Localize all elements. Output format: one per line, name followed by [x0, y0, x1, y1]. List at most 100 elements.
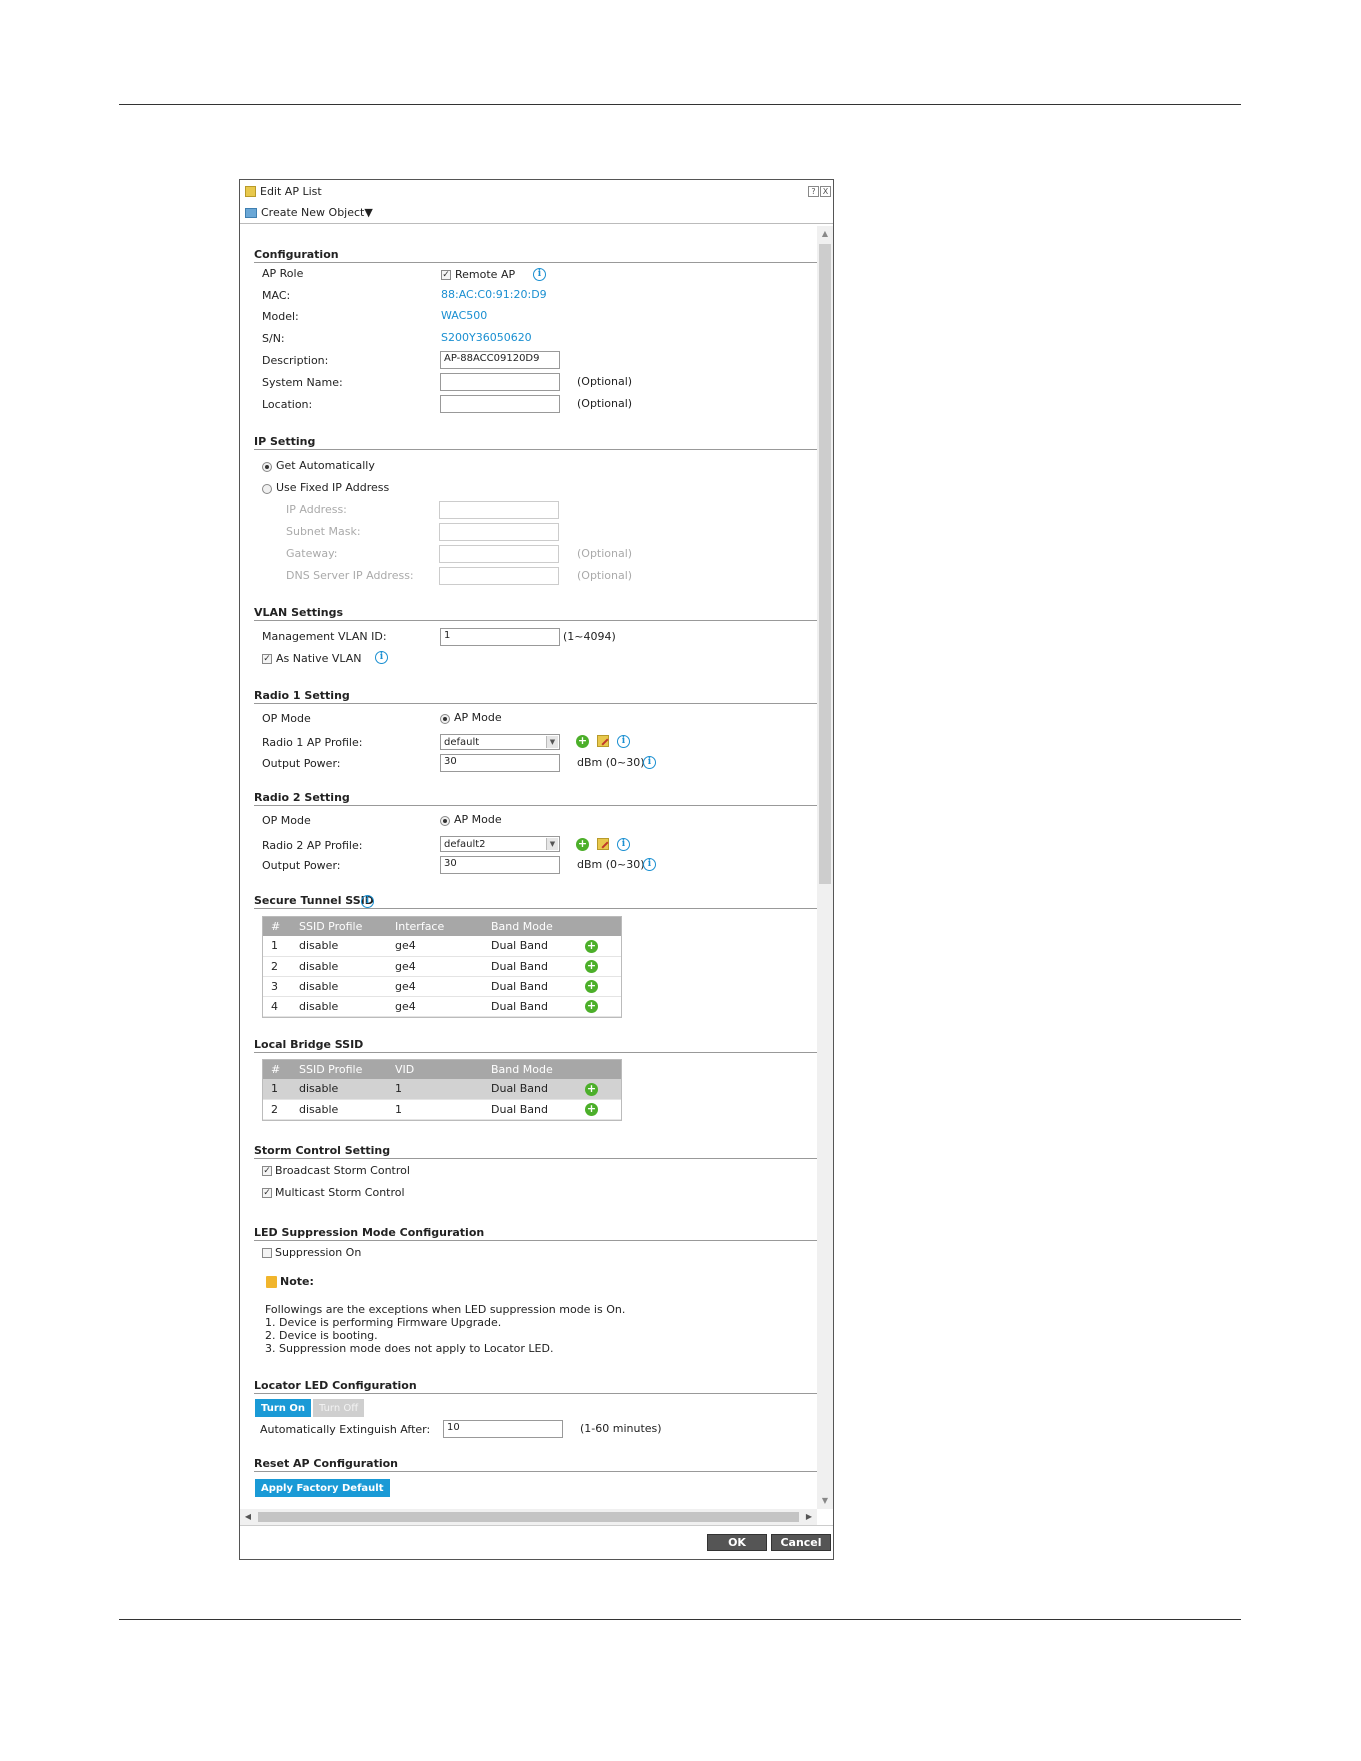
column-header[interactable]: Band Mode: [483, 917, 577, 936]
cell-index: 1: [263, 936, 291, 957]
dialog-content: Configuration AP Role ✓ Remote AP i MAC:…: [240, 226, 817, 1509]
section-radio1: Radio 1 Setting: [254, 689, 817, 704]
gateway-input[interactable]: [439, 545, 559, 563]
column-header[interactable]: SSID Profile: [291, 917, 387, 936]
add-icon[interactable]: +: [585, 1000, 598, 1013]
column-header[interactable]: VID: [387, 1060, 483, 1079]
chevron-down-icon: ▼: [546, 736, 558, 748]
info-icon[interactable]: i: [533, 268, 546, 281]
radio2-power-input[interactable]: 30: [440, 856, 560, 874]
remote-ap-checkbox[interactable]: ✓: [441, 270, 451, 280]
multicast-storm-checkbox[interactable]: ✓: [262, 1188, 272, 1198]
object-icon: [245, 207, 257, 218]
turn-off-button[interactable]: Turn Off: [313, 1399, 365, 1417]
horizontal-scrollbar[interactable]: ◀ ▶: [240, 1509, 817, 1525]
add-icon[interactable]: +: [585, 960, 598, 973]
mgmt-vlan-input[interactable]: 1: [440, 628, 560, 646]
secure-tunnel-table: # SSID Profile Interface Band Mode 1 dis…: [263, 917, 621, 1017]
dialog-title: Edit AP List: [260, 184, 322, 198]
cell-action: +: [577, 996, 621, 1017]
section-configuration: Configuration: [254, 248, 817, 263]
apply-factory-default-button[interactable]: Apply Factory Default: [255, 1479, 390, 1497]
turn-on-button[interactable]: Turn On: [255, 1399, 311, 1417]
cell-action: +: [577, 936, 621, 957]
table-row[interactable]: 1 disable 1 Dual Band +: [263, 1079, 621, 1100]
table-row[interactable]: 2 disable 1 Dual Band +: [263, 1099, 621, 1120]
table-row[interactable]: 4 disable ge4 Dual Band +: [263, 996, 621, 1017]
radio2-ap-mode-radio[interactable]: [440, 816, 450, 826]
radio1-ap-mode-radio[interactable]: [440, 714, 450, 724]
radio2-profile-select[interactable]: default2 ▼: [440, 836, 560, 852]
cell-ssid-profile: disable: [291, 1079, 387, 1100]
help-icon[interactable]: ?: [808, 186, 819, 197]
note-line: 2. Device is booting.: [265, 1329, 378, 1342]
add-icon[interactable]: +: [585, 939, 598, 953]
broadcast-storm-checkbox[interactable]: ✓: [262, 1166, 272, 1176]
column-header[interactable]: Band Mode: [483, 1060, 577, 1079]
add-icon[interactable]: +: [585, 1103, 598, 1116]
description-input[interactable]: AP-88ACC09120D9: [440, 351, 560, 369]
ok-button[interactable]: OK: [707, 1534, 767, 1551]
ip-address-input[interactable]: [439, 501, 559, 519]
info-icon[interactable]: i: [375, 651, 388, 664]
scroll-right-icon[interactable]: ▶: [801, 1509, 817, 1525]
subnet-mask-input[interactable]: [439, 523, 559, 541]
scroll-down-icon[interactable]: ▼: [817, 1493, 833, 1509]
table-row[interactable]: 2 disable ge4 Dual Band +: [263, 956, 621, 977]
dialog-footer: OK Cancel: [240, 1525, 833, 1559]
get-automatically-radio[interactable]: [262, 462, 272, 472]
mgmt-vlan-label: Management VLAN ID:: [262, 630, 387, 643]
radio1-profile-select[interactable]: default ▼: [440, 734, 560, 750]
vertical-scroll-thumb[interactable]: [819, 244, 831, 884]
column-header[interactable]: #: [263, 1060, 291, 1079]
column-header[interactable]: SSID Profile: [291, 1060, 387, 1079]
table-row[interactable]: 3 disable ge4 Dual Band +: [263, 976, 621, 997]
vertical-scrollbar[interactable]: ▲ ▼: [817, 226, 833, 1509]
gateway-optional: (Optional): [577, 547, 633, 560]
edit-icon[interactable]: [597, 838, 609, 850]
radio2-power-label: Output Power:: [262, 859, 341, 872]
add-icon[interactable]: +: [576, 838, 589, 851]
add-icon[interactable]: +: [585, 980, 598, 993]
column-header[interactable]: Interface: [387, 917, 483, 936]
chevron-down-icon: ▼: [546, 838, 558, 850]
cell-interface: ge4: [387, 976, 483, 997]
info-icon[interactable]: i: [617, 838, 630, 851]
close-icon[interactable]: X: [820, 186, 831, 197]
info-icon[interactable]: i: [617, 735, 630, 748]
extinguish-input[interactable]: 10: [443, 1420, 563, 1438]
section-storm-control: Storm Control Setting: [254, 1144, 817, 1159]
radio1-profile-value: default: [444, 736, 480, 748]
dns-input[interactable]: [439, 567, 559, 585]
cancel-button[interactable]: Cancel: [771, 1534, 831, 1551]
suppression-on-checkbox[interactable]: [262, 1248, 272, 1258]
cell-vid: 1: [387, 1079, 483, 1100]
system-name-input[interactable]: [440, 373, 560, 391]
horizontal-scroll-thumb[interactable]: [258, 1512, 799, 1522]
create-new-object-menu[interactable]: Create New Object▼: [261, 206, 373, 219]
cell-interface: ge4: [387, 936, 483, 957]
cell-ssid-profile: disable: [291, 996, 387, 1017]
fixed-ip-radio[interactable]: [262, 484, 272, 494]
add-icon[interactable]: +: [576, 735, 589, 748]
radio2-ap-mode-label: AP Mode: [454, 813, 502, 826]
cell-index: 1: [263, 1079, 291, 1100]
native-vlan-checkbox[interactable]: ✓: [262, 654, 272, 664]
system-name-label: System Name:: [262, 376, 343, 389]
column-header[interactable]: #: [263, 917, 291, 936]
cell-vid: 1: [387, 1099, 483, 1120]
radio1-power-input[interactable]: 30: [440, 754, 560, 772]
table-row[interactable]: 1 disable ge4 Dual Band +: [263, 936, 621, 957]
info-icon[interactable]: i: [643, 756, 656, 769]
cell-index: 2: [263, 956, 291, 977]
location-input[interactable]: [440, 395, 560, 413]
info-icon[interactable]: i: [361, 895, 374, 908]
location-label: Location:: [262, 398, 313, 411]
cell-index: 4: [263, 996, 291, 1017]
info-icon[interactable]: i: [643, 858, 656, 871]
scroll-left-icon[interactable]: ◀: [240, 1509, 256, 1525]
scroll-up-icon[interactable]: ▲: [817, 226, 833, 242]
add-icon[interactable]: +: [585, 1082, 598, 1096]
section-ip-setting: IP Setting: [254, 435, 817, 450]
edit-icon[interactable]: [597, 735, 609, 747]
